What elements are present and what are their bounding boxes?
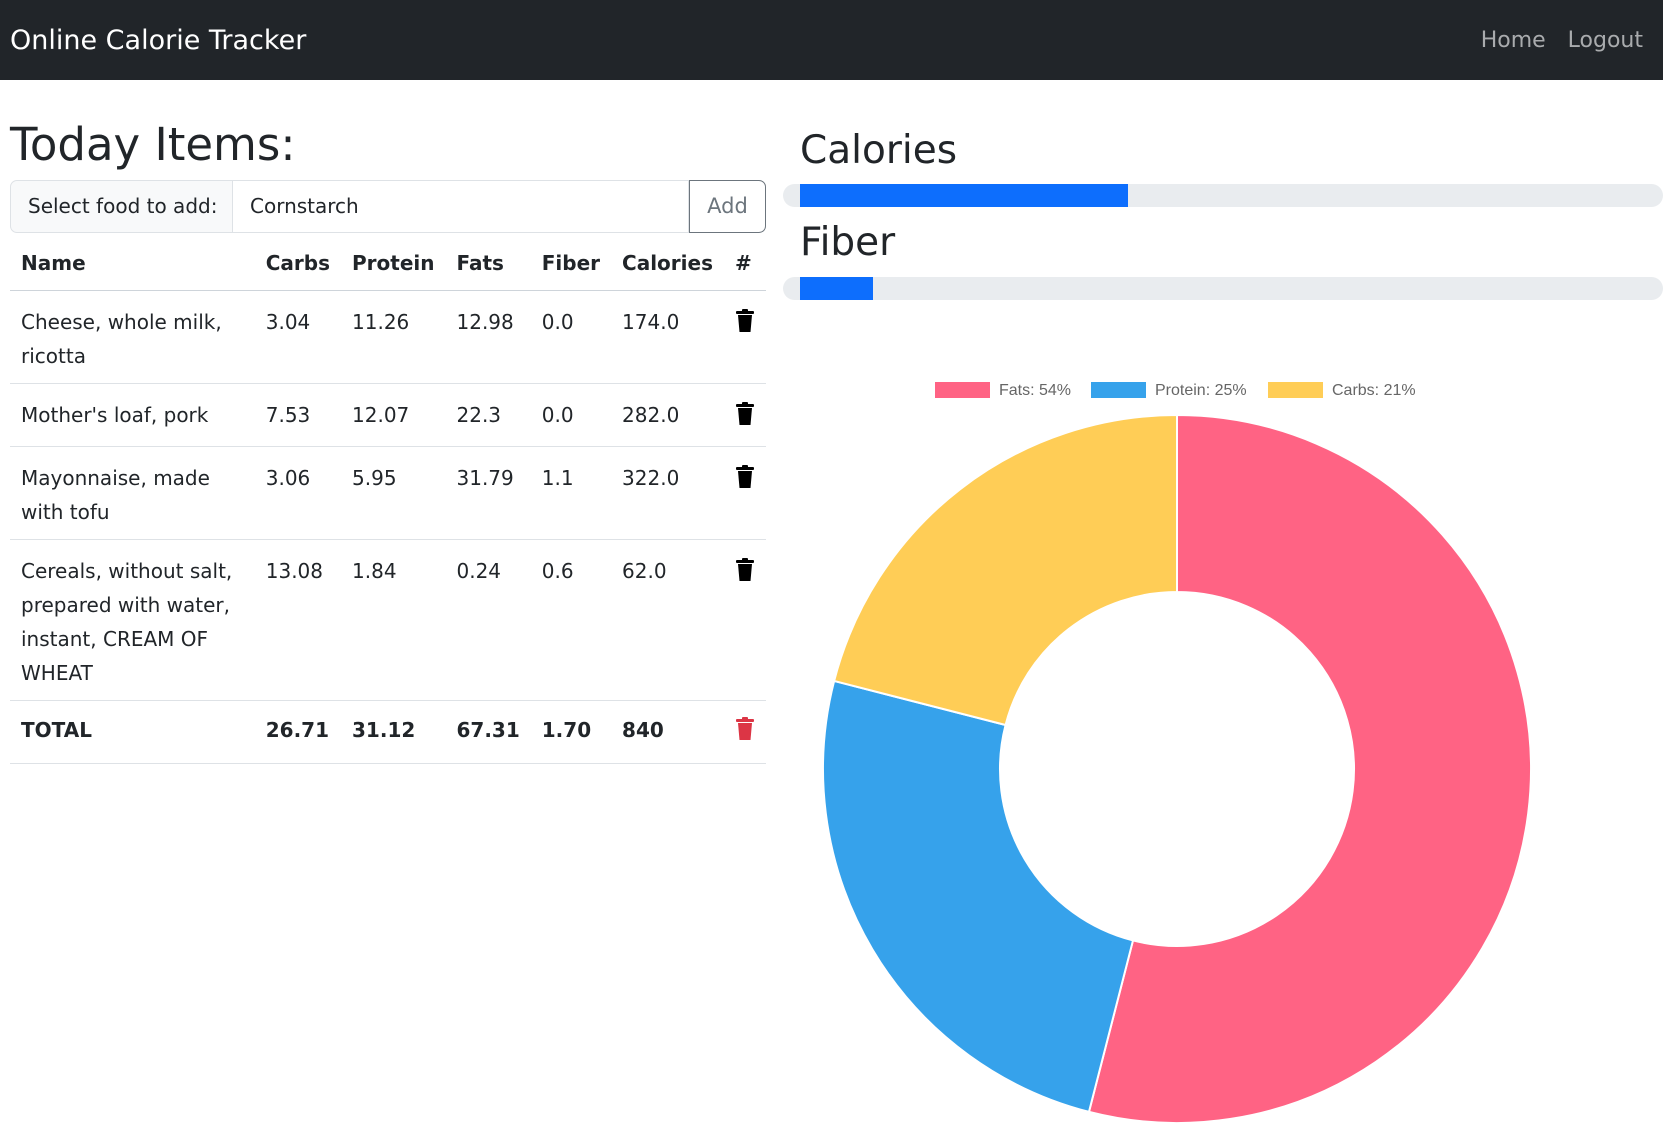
row-fiber: 0.0	[530, 383, 612, 447]
legend-label-protein[interactable]: Protein: 25%	[1155, 382, 1247, 399]
row-carbs: 3.06	[254, 446, 342, 540]
row-protein: 12.07	[341, 383, 446, 447]
row-carbs: 3.04	[254, 290, 342, 384]
row-name: Cereals, without salt, prepared with wat…	[10, 539, 255, 701]
total-protein: 31.12	[341, 700, 446, 764]
total-fats: 67.31	[445, 700, 531, 764]
total-fiber: 1.70	[530, 700, 612, 764]
row-delete-cell	[724, 290, 766, 384]
brand[interactable]: Online Calorie Tracker	[10, 24, 306, 58]
col-header-action: #	[724, 236, 766, 291]
fiber-title: Fiber	[800, 220, 896, 265]
table-row: Cheese, whole milk, ricotta 3.04 11.26 1…	[10, 290, 766, 384]
legend-swatch-protein[interactable]	[1091, 382, 1146, 398]
col-header-fiber: Fiber	[530, 236, 612, 291]
total-calories: 840	[611, 700, 724, 764]
row-delete-cell	[724, 539, 766, 701]
macros-doughnut-chart: Fats: 54% Protein: 25% Carbs: 21%	[822, 382, 1532, 1124]
col-header-calories: Calories	[611, 236, 724, 291]
total-row: TOTAL 26.71 31.12 67.31 1.70 840	[10, 700, 766, 764]
row-fats: 31.79	[445, 446, 531, 540]
trash-icon[interactable]	[735, 401, 755, 436]
legend-swatch-carbs[interactable]	[1268, 382, 1323, 398]
row-calories: 322.0	[611, 446, 724, 540]
slice-carbs[interactable]	[832, 413, 1178, 727]
nav-home-link[interactable]: Home	[1481, 27, 1546, 55]
row-name: Cheese, whole milk, ricotta	[10, 290, 255, 384]
row-carbs: 7.53	[254, 383, 342, 447]
col-header-protein: Protein	[341, 236, 446, 291]
table-row: Mother's loaf, pork 7.53 12.07 22.3 0.0 …	[10, 383, 766, 447]
row-fiber: 0.6	[530, 539, 612, 701]
total-carbs: 26.71	[254, 700, 342, 764]
add-food-group: Select food to add: Cornstarch Add	[10, 180, 766, 233]
row-fats: 0.24	[445, 539, 531, 701]
navbar: Online Calorie Tracker Home Logout	[0, 0, 1663, 80]
legend-label-fats[interactable]: Fats: 54%	[999, 382, 1071, 399]
calories-progress	[783, 184, 1663, 207]
trash-icon[interactable]	[735, 464, 755, 499]
table-row: Mayonnaise, made with tofu 3.06 5.95 31.…	[10, 446, 766, 540]
row-protein: 1.84	[341, 539, 446, 701]
items-table: Name Carbs Protein Fats Fiber Calories #…	[10, 236, 766, 764]
add-button[interactable]: Add	[689, 180, 766, 233]
fiber-progress	[783, 277, 1663, 300]
row-name: Mother's loaf, pork	[10, 383, 255, 447]
table-header-row: Name Carbs Protein Fats Fiber Calories #	[10, 236, 766, 291]
calories-title: Calories	[800, 128, 958, 173]
nav-links: Home Logout	[1459, 27, 1643, 55]
row-delete-cell	[724, 446, 766, 540]
legend-swatch-fats[interactable]	[935, 382, 990, 398]
page-title: Today Items:	[10, 118, 296, 171]
slice-protein[interactable]	[822, 679, 1135, 1114]
trash-icon[interactable]	[735, 308, 755, 343]
row-protein: 11.26	[341, 290, 446, 384]
fiber-progress-fill	[800, 277, 874, 300]
row-carbs: 13.08	[254, 539, 342, 701]
nav-logout-link[interactable]: Logout	[1568, 27, 1643, 55]
row-fats: 12.98	[445, 290, 531, 384]
table-row: Cereals, without salt, prepared with wat…	[10, 539, 766, 701]
trash-icon[interactable]	[735, 557, 755, 592]
col-header-carbs: Carbs	[254, 236, 342, 291]
trash-all-icon[interactable]	[735, 716, 755, 751]
row-name: Mayonnaise, made with tofu	[10, 446, 255, 540]
col-header-fats: Fats	[445, 236, 531, 291]
food-select[interactable]: Cornstarch	[233, 180, 689, 233]
total-label: TOTAL	[10, 700, 255, 764]
col-header-name: Name	[10, 236, 255, 291]
row-calories: 62.0	[611, 539, 724, 701]
calories-progress-fill	[800, 184, 1128, 207]
row-calories: 282.0	[611, 383, 724, 447]
row-protein: 5.95	[341, 446, 446, 540]
legend-label-carbs[interactable]: Carbs: 21%	[1332, 382, 1416, 399]
row-delete-cell	[724, 383, 766, 447]
row-fiber: 0.0	[530, 290, 612, 384]
total-delete-cell	[724, 700, 766, 764]
select-food-label: Select food to add:	[10, 180, 233, 233]
row-fats: 22.3	[445, 383, 531, 447]
row-calories: 174.0	[611, 290, 724, 384]
row-fiber: 1.1	[530, 446, 612, 540]
